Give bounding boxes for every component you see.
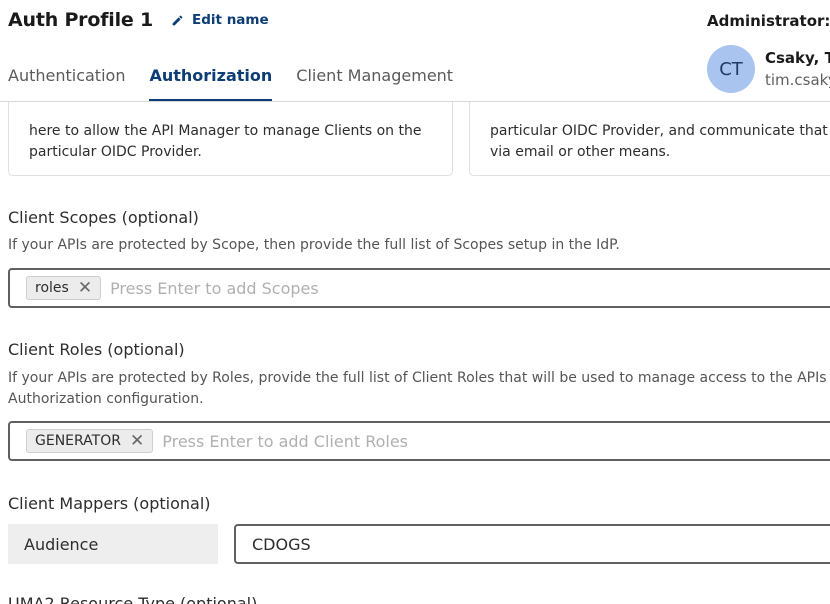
pencil-icon	[172, 15, 183, 25]
scope-tag: roles ✕	[26, 276, 102, 300]
option-card-manual[interactable]: particular OIDC Provider, and communicat…	[469, 102, 830, 176]
scope-tag-label: roles	[35, 280, 69, 296]
tab-bar: Authentication Authorization Client Mana…	[8, 62, 477, 102]
tab-client-management[interactable]: Client Management	[296, 62, 453, 102]
card-text-line: particular OIDC Provider, and communicat…	[490, 123, 830, 139]
client-roles-label: Client Roles (optional)	[8, 340, 185, 359]
client-scopes-label: Client Scopes (optional)	[8, 208, 199, 227]
user-email: tim.csaky	[765, 71, 830, 89]
page-title: Auth Profile 1	[8, 9, 154, 31]
client-scopes-placeholder: Press Enter to add Scopes	[110, 278, 319, 298]
remove-tag-icon[interactable]: ✕	[78, 279, 92, 297]
card-text-line: particular OIDC Provider.	[29, 144, 202, 160]
card-text-line: here to allow the API Manager to manage …	[29, 123, 422, 139]
user-menu[interactable]: CT Csaky, T tim.csaky	[707, 45, 830, 93]
client-roles-help-line1: If your APIs are protected by Roles, pro…	[8, 370, 830, 386]
user-details: Csaky, T tim.csaky	[765, 47, 830, 91]
audience-label: Audience	[8, 524, 218, 564]
role-tag-label: GENERATOR	[35, 433, 121, 449]
uma2-resource-type-label: UMA2 Resource Type (optional)	[8, 594, 258, 604]
client-roles-help-line2: Authorization configuration.	[8, 391, 204, 407]
audience-input[interactable]: CDOGS	[234, 524, 830, 564]
client-roles-placeholder: Press Enter to add Client Roles	[162, 431, 409, 451]
page: Auth Profile 1 Edit name Administrator: …	[0, 0, 830, 604]
option-card-managed[interactable]: here to allow the API Manager to manage …	[8, 102, 453, 176]
edit-name-button[interactable]: Edit name	[171, 12, 269, 28]
title-row: Auth Profile 1 Edit name	[8, 6, 269, 34]
tab-authentication[interactable]: Authentication	[8, 62, 125, 102]
client-scopes-help: If your APIs are protected by Scope, the…	[8, 237, 620, 253]
remove-tag-icon[interactable]: ✕	[130, 432, 144, 450]
client-roles-input[interactable]: GENERATOR ✕ Press Enter to add Client Ro…	[8, 421, 830, 461]
client-mappers-label: Client Mappers (optional)	[8, 494, 211, 513]
card-text-line: via email or other means.	[490, 144, 671, 160]
role-tag: GENERATOR ✕	[26, 429, 154, 453]
avatar: CT	[707, 45, 755, 93]
client-scopes-input[interactable]: roles ✕ Press Enter to add Scopes	[8, 268, 830, 308]
edit-name-label: Edit name	[192, 12, 269, 28]
user-name: Csaky, T	[765, 49, 830, 67]
administrator-label: Administrator:	[707, 12, 830, 30]
tab-authorization[interactable]: Authorization	[149, 62, 272, 102]
